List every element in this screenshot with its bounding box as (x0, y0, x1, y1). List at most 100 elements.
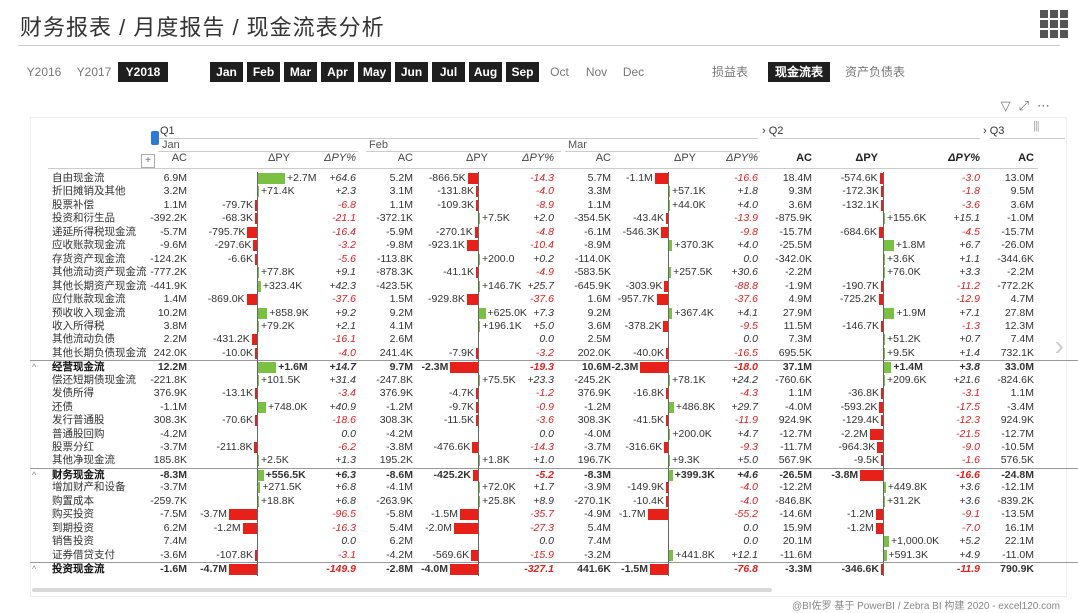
col-header-q2-dpy[interactable]: ΔPY (838, 152, 878, 164)
cell-mar-ac: 9.2M (587, 306, 611, 319)
app-grid-icon[interactable] (1040, 10, 1068, 38)
month-header-mar[interactable]: Mar (568, 139, 587, 151)
delta-bar-feb (466, 240, 478, 252)
cell-feb-ac: -113.8K (377, 252, 413, 265)
col-header-feb-ac[interactable]: AC (373, 152, 413, 164)
month-button-jun[interactable]: Jun (395, 62, 428, 82)
collapse-caret-icon[interactable]: ^ (32, 361, 36, 374)
year-button-y2016[interactable]: Y2016 (22, 62, 66, 82)
subtotal-row[interactable]: ^ 经营现金流 12.2M +1.6M +14.7 9.7M -2.3M -19.3 10.6M… (30, 360, 1078, 374)
focus-mode-icon[interactable]: ⤢ (1019, 98, 1037, 113)
table-row[interactable]: 收入所得税 3.8M +79.2K +2.1 4.1M +196.1K +5.0 3.6M -3… (30, 320, 1078, 333)
report-tab-0[interactable]: 损益表 (706, 62, 754, 82)
column-chart-icon[interactable]: ||| (1033, 120, 1040, 132)
cell-feb-dpy: -9.7K (448, 400, 474, 413)
table-row[interactable]: 偿还短期债现金流 -221.8K +101.5K +31.4 -247.8K +75.5K… (30, 374, 1078, 387)
month-button-jan[interactable]: Jan (210, 62, 243, 82)
cell-jan-dpyp: +2.3 (335, 185, 356, 198)
month-button-apr[interactable]: Apr (321, 62, 354, 82)
filter-icon[interactable]: ▽ (1001, 98, 1019, 113)
cell-jan-dpyp: +64.6 (329, 172, 356, 184)
table-row[interactable]: 应付账款现金流 1.4M -869.0K -37.6 1.5M -929.8K -37.6 1… (30, 293, 1078, 306)
col-header-mar-dpy[interactable]: ΔPY (656, 152, 696, 164)
col-header-mar-ac[interactable]: AC (571, 152, 611, 164)
cell-mar-dpyp: -4.3 (739, 387, 758, 400)
table-row[interactable]: 股票分红 -3.7M -211.8K -6.2 -3.8M -476.6K -14.3 -3.… (30, 441, 1078, 454)
cell-mar-dpy: -957.7K (617, 293, 655, 306)
cell-q2-dpy: -725.2K (839, 293, 877, 306)
report-tab-1[interactable]: 现金流表 (768, 62, 830, 82)
quarter-header-q3[interactable]: › Q3 (983, 125, 1004, 137)
table-row[interactable]: 自由现金流 6.9M +2.7M +64.6 5.2M -866.5K -14.3 5.7M -… (30, 172, 1078, 185)
month-button-mar[interactable]: Mar (284, 62, 317, 82)
month-button-oct[interactable]: Oct (543, 62, 576, 82)
table-row[interactable]: 证券借贷支付 -3.6M -107.8K -3.1 -4.2M -569.6K -15.9-… (30, 549, 1078, 562)
col-header-q2-ac[interactable]: AC (772, 152, 812, 164)
cell-jan-dpy: -795.7K (208, 225, 246, 238)
delta-axis-q2 (883, 172, 884, 576)
col-header-jan-ac[interactable]: AC (147, 152, 187, 164)
collapse-caret-icon[interactable]: ^ (32, 469, 36, 482)
month-button-dec[interactable]: Dec (617, 62, 650, 82)
year-button-y2018[interactable]: Y2018 (118, 62, 168, 82)
col-header-q3-ac[interactable]: AC (994, 152, 1034, 164)
row-label: 到期投资 (52, 521, 94, 534)
cell-q3-ac: 576.5K (1000, 454, 1034, 467)
subtotal-row[interactable]: ^ 财务现金流 -8.3M +556.5K +6.3 -8.6M -425.2K -5.2 -8… (30, 467, 1078, 482)
cell-jan-dpyp: 0.0 (341, 535, 356, 548)
month-header-jan[interactable]: Jan (162, 139, 180, 151)
table-row[interactable]: 其他流动负债 2.2M -431.2K -16.1 2.6M 0.0 2.5M 0.0 7.3M… (30, 333, 1078, 346)
table-row[interactable]: 其他长期资产现金流 -441.9K +323.4K +42.3 -423.5K +146.… (30, 280, 1078, 293)
month-header-feb[interactable]: Feb (369, 139, 388, 151)
cell-jan-dpy: -10.0K (222, 346, 253, 359)
table-row[interactable]: 递延所得税现金流 -5.7M -795.7K -16.4 -5.9M -270.1K -4.… (30, 226, 1078, 239)
table-row[interactable]: 预收收入现金流 10.2M +858.9K +9.2 9.2M +625.0K +7.3 9.… (30, 307, 1078, 320)
collapse-caret-icon[interactable]: ^ (32, 563, 36, 576)
table-row[interactable]: 存货资产现金流 -124.2K -6.6K -5.6 -113.8K +200.0 +0.2… (30, 253, 1078, 266)
table-row[interactable]: 股票补偿 1.1M -79.7K -6.8 1.1M -109.3K -8.9 1.1M +44… (30, 199, 1078, 212)
more-options-icon[interactable]: ⋯ (1037, 98, 1058, 113)
table-row[interactable]: 发行普通股 308.3K -70.6K -18.6 308.3K -11.5K -3.6 30… (30, 414, 1078, 427)
table-row[interactable]: 增加财产和设备 -3.7M +271.5K +6.8 -4.1M +72.0K +1.7 -3… (30, 481, 1078, 494)
cell-q2-dpyp: -9.0 (961, 441, 980, 453)
horizontal-scrollbar[interactable] (32, 588, 772, 592)
table-row[interactable]: 销售投资 7.4M 0.0 6.2M 0.0 7.4M 0.0 20.1M +1,000.0K +… (30, 535, 1078, 548)
month-button-jul[interactable]: Jul (432, 62, 465, 82)
month-button-may[interactable]: May (358, 62, 391, 82)
cell-q3-ac: 790.9K (1000, 563, 1034, 576)
table-row[interactable]: 折旧摊销及其他 3.2M +71.4K +2.3 3.1M -131.8K -4.0 3.3M… (30, 185, 1078, 198)
row-label: 收入所得税 (52, 319, 105, 332)
quarter-header-q1[interactable]: Q1 (160, 125, 175, 137)
cell-feb-ac: 195.2K (379, 454, 413, 467)
cell-feb-ac: -247.8K (376, 373, 413, 386)
table-row[interactable]: 购买投资 -7.5M -3.7M -96.5 -5.8M -1.5M -35.7 -4.9M -… (30, 508, 1078, 521)
col-header-q2-dpyp[interactable]: ΔPY% (940, 152, 980, 164)
col-header-feb-dpy[interactable]: ΔPY (448, 152, 488, 164)
table-row[interactable]: 其他流动资产现金流 -777.2K +77.8K +9.1 -878.3K -41.1K -… (30, 266, 1078, 279)
cell-q2-dpy: +31.2K (887, 494, 921, 507)
col-header-feb-dpyp[interactable]: ΔPY% (514, 152, 554, 164)
table-row[interactable]: 其他长期负债现金流 242.0K -10.0K -4.0 241.4K -7.9K -3.2… (30, 347, 1078, 360)
col-header-jan-dpyp[interactable]: ΔPY% (316, 152, 356, 164)
table-row[interactable]: 普通股回购 -4.2M 0.0 -4.2M 0.0 -4.0M +200.0K +4.7 -12… (30, 428, 1078, 441)
table-row[interactable]: 其他净现金流 185.8K +2.5K +1.3 195.2K +1.8K +1.0 196.… (30, 454, 1078, 467)
table-row[interactable]: 发债所得 376.9K -13.1K -3.4 376.9K -4.7K -1.2 376.9… (30, 387, 1078, 400)
table-row[interactable]: 还债 -1.1M +748.0K +40.9 -1.2M -9.7K -0.9 -1.2M +4… (30, 401, 1078, 414)
month-button-nov[interactable]: Nov (580, 62, 613, 82)
col-header-mar-dpyp[interactable]: ΔPY% (718, 152, 758, 164)
scroll-right-arrow-icon[interactable]: › (1055, 330, 1064, 362)
col-header-jan-dpy[interactable]: ΔPY (250, 152, 290, 164)
year-button-y2017[interactable]: Y2017 (72, 62, 116, 82)
report-tab-2[interactable]: 资产负债表 (840, 62, 910, 82)
table-row[interactable]: 应收账款现金流 -9.6M -297.6K -3.2 -9.8M -923.1K -10.4… (30, 239, 1078, 252)
month-button-aug[interactable]: Aug (469, 62, 502, 82)
quarter-header-q2[interactable]: › Q2 (762, 125, 783, 137)
table-row[interactable]: 投资和衍生品 -392.2K -68.3K -21.1 -372.1K +7.5K +2.0… (30, 212, 1078, 225)
cell-jan-ac: -221.8K (150, 373, 187, 386)
month-button-feb[interactable]: Feb (247, 62, 280, 82)
table-row[interactable]: 购置成本 -259.7K +18.8K +6.8 -263.9K +25.8K +8.9 -2… (30, 495, 1078, 508)
subtotal-row[interactable]: ^ 投资现金流 -1.6M -4.7M -149.9 -2.8M -4.0M -327.1 44… (30, 562, 1078, 576)
cell-q2-ac: -11.6M (780, 548, 812, 561)
table-row[interactable]: 到期投资 6.2M -1.2M -16.3 5.4M -2.0M -27.3 5.4M 0.0 1… (30, 522, 1078, 535)
month-button-sep[interactable]: Sep (506, 62, 539, 82)
